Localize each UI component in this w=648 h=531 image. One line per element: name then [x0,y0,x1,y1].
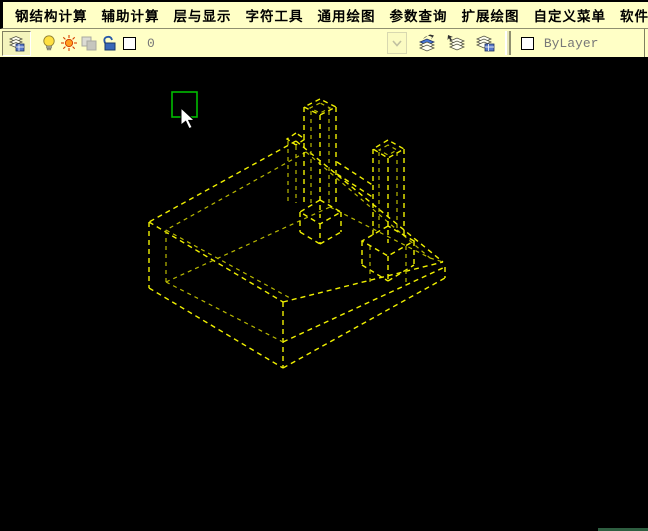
color-swatch-white[interactable] [518,33,538,53]
toolbar-separator [505,31,511,55]
wireframe-edge [149,288,283,368]
layer-tools-group [413,31,500,56]
menu-item-2[interactable]: 辅助计算 [95,5,167,25]
toolbar-edge-sliver [644,29,648,57]
layer-states-icon [446,33,466,53]
chevron-down-icon[interactable] [387,32,407,54]
menu-item-7[interactable]: 扩展绘图 [455,5,527,25]
layer-previous-icon [417,33,437,53]
freeze-icon[interactable] [79,33,99,53]
layer-properties-icon [475,33,495,53]
wireframe-face [287,133,305,145]
menu-item-9[interactable]: 软件设 [613,5,648,25]
wireframe-edge [283,262,443,302]
current-layer-name[interactable]: 0 [147,36,155,51]
lightbulb-icon[interactable] [39,33,59,53]
wireframe-edge [149,222,283,302]
layer-states-button[interactable] [442,31,471,56]
wireframe-edge [430,258,443,262]
layer-previous-button[interactable] [413,31,442,56]
wireframe-edge [283,278,445,368]
wireframe-drawing[interactable] [0,57,648,531]
make-object-layer-current-button[interactable] [2,31,31,56]
sun-icon[interactable] [59,33,79,53]
menu-item-8[interactable]: 自定义菜单 [527,5,614,25]
wireframe-edge [166,152,306,230]
wireframe-edge [337,162,374,186]
layer-color-swatch[interactable] [119,33,139,53]
cad-application-window: 钢结构计算辅助计算层与显示字符工具通用绘图参数查询扩展绘图自定义菜单软件设 [0,0,648,531]
wireframe-edge [320,232,341,244]
menu-item-5[interactable]: 通用绘图 [311,5,383,25]
menu-item-1[interactable]: 钢结构计算 [8,5,95,25]
make-object-layer-current-icon [7,33,27,53]
padlock-icon[interactable] [99,33,119,53]
wireframe-edge [166,207,330,282]
wireframe-face [304,99,336,115]
menu-item-4[interactable]: 字符工具 [239,5,311,25]
current-color-value[interactable]: ByLayer [544,36,599,51]
wireframe-edge [283,267,445,342]
wireframe-edge [166,230,290,298]
wireframe-face [373,140,404,158]
layer-state-group: 0 [39,33,155,53]
menubar: 钢结构计算辅助计算层与显示字符工具通用绘图参数查询扩展绘图自定义菜单软件设 [0,0,648,29]
drawing-area[interactable] [0,57,648,531]
wireframe-edge [300,232,320,244]
layer-properties-button[interactable] [471,31,500,56]
wireframe-edge [149,141,296,222]
layer-toolbar: 0 [0,29,648,57]
menu-item-6[interactable]: 参数查询 [383,5,455,25]
mouse-cursor [181,108,194,129]
menu-item-3[interactable]: 层与显示 [167,5,239,25]
